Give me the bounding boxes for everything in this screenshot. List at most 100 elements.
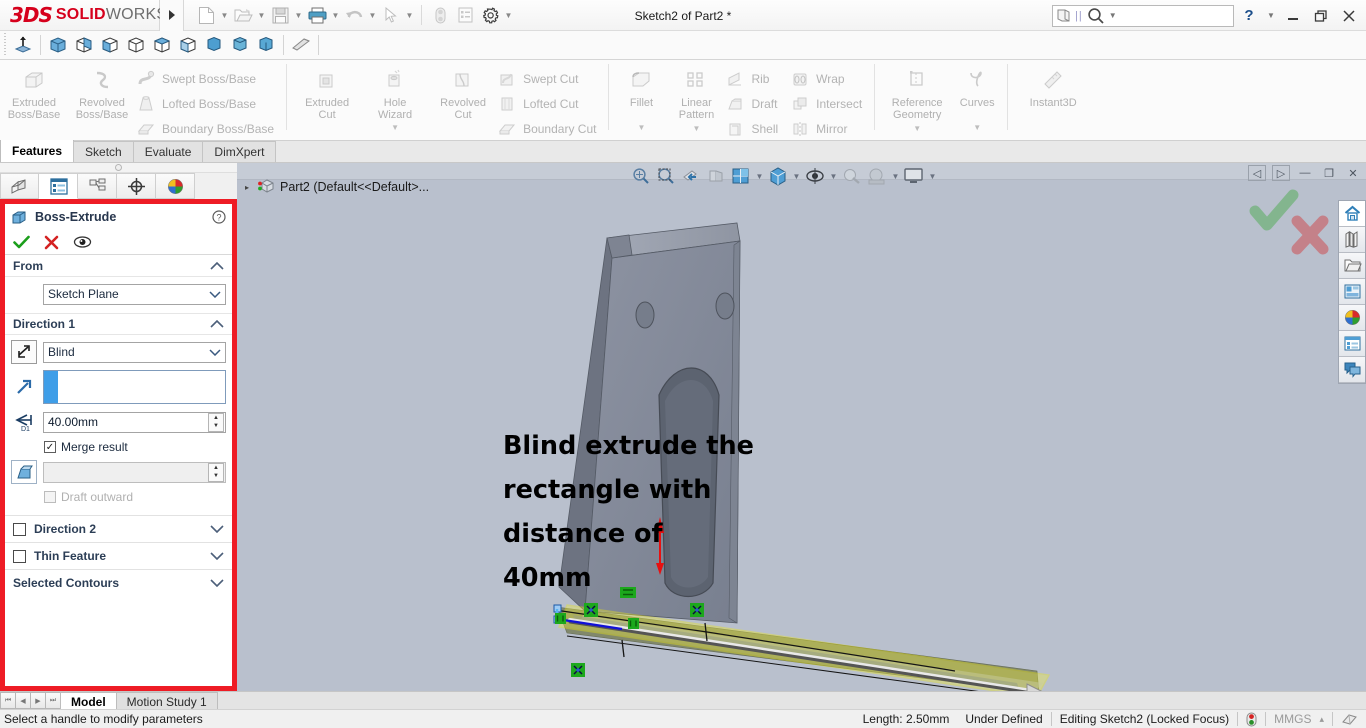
lofted-boss-base-button[interactable]: Lofted Boss/Base: [136, 93, 280, 115]
dimetric-view-icon[interactable]: [97, 32, 123, 58]
thin-feature-checkbox[interactable]: [13, 549, 26, 563]
left-view-icon[interactable]: [175, 32, 201, 58]
help-circle-icon[interactable]: ?: [212, 210, 226, 224]
merge-result-checkbox[interactable]: ✓: [44, 441, 56, 453]
front-view-icon[interactable]: [123, 32, 149, 58]
zoom-to-fit-icon[interactable]: [629, 165, 653, 187]
curves-caret-icon[interactable]: ▼: [953, 123, 1001, 132]
mirror-button[interactable]: Mirror: [790, 118, 868, 140]
previous-view-button[interactable]: ◁: [1248, 165, 1266, 181]
direction2-section-header[interactable]: Direction 2: [5, 515, 232, 542]
apply-scene-icon[interactable]: [865, 165, 889, 187]
reference-geometry-caret-icon[interactable]: ▼: [881, 124, 953, 133]
section-view-icon[interactable]: [288, 32, 314, 58]
design-library-icon[interactable]: [1339, 227, 1365, 253]
depth-input[interactable]: 40.00mm ▲ ▼: [43, 411, 226, 433]
hide-show-items-icon[interactable]: [803, 165, 827, 187]
draft-outward-row[interactable]: Draft outward: [11, 490, 226, 504]
help-caret-icon[interactable]: ▼: [1264, 3, 1278, 29]
feature-tree-root-row[interactable]: ▸ Part2 (Default<<Default>...: [237, 175, 429, 199]
solidworks-resources-icon[interactable]: [1339, 201, 1365, 227]
select-cursor-icon[interactable]: [379, 3, 403, 27]
section-view-icon[interactable]: [704, 165, 728, 187]
linear-pattern-caret-icon[interactable]: ▼: [667, 124, 725, 133]
trimetric-view-icon[interactable]: [71, 32, 97, 58]
revolved-cut-button[interactable]: Revolved Cut: [429, 62, 497, 121]
cancel-button[interactable]: [44, 235, 59, 250]
select-caret-icon[interactable]: ▼: [404, 3, 415, 27]
swept-cut-button[interactable]: Swept Cut: [497, 68, 602, 90]
reverse-direction-button[interactable]: [11, 340, 37, 364]
last-tab-button[interactable]: ⏭: [45, 692, 61, 709]
isometric-view-icon[interactable]: [45, 32, 71, 58]
help-button[interactable]: ?: [1236, 3, 1262, 29]
top-view-icon[interactable]: [227, 32, 253, 58]
direction2-chevron-icon[interactable]: [210, 525, 224, 533]
prev-tab-button[interactable]: ◀: [15, 692, 31, 709]
preview-button[interactable]: [73, 235, 92, 249]
ok-button[interactable]: [13, 235, 30, 250]
open-document-icon[interactable]: [231, 3, 255, 27]
selected-contours-chevron-icon[interactable]: [210, 579, 224, 587]
search-caret-icon[interactable]: ▼: [1109, 11, 1117, 20]
view-palette-icon[interactable]: [1339, 279, 1365, 305]
extruded-cut-button[interactable]: Extruded Cut: [293, 62, 361, 121]
start-condition-chevron-icon[interactable]: [209, 290, 221, 298]
print-icon[interactable]: [305, 3, 329, 27]
custom-properties-icon[interactable]: [1339, 331, 1365, 357]
linear-pattern-button[interactable]: Linear Pattern ▼: [667, 62, 725, 133]
display-manager-tab[interactable]: [156, 173, 195, 199]
appearances-scenes-icon[interactable]: [1339, 305, 1365, 331]
fillet-button[interactable]: Fillet ▼: [615, 62, 667, 132]
direction1-collapse-chevron-icon[interactable]: [210, 320, 224, 328]
next-view-button[interactable]: ▷: [1272, 165, 1290, 181]
new-document-caret-icon[interactable]: ▼: [219, 3, 230, 27]
direction1-section-header[interactable]: Direction 1: [5, 313, 232, 335]
configuration-manager-tab[interactable]: [78, 173, 117, 199]
undo-caret-icon[interactable]: ▼: [367, 3, 378, 27]
curves-button[interactable]: Curves ▼: [953, 62, 1001, 132]
close-doc-button[interactable]: ✕: [1344, 165, 1362, 181]
wrap-button[interactable]: Wrap: [790, 68, 868, 90]
solidworks-forum-icon[interactable]: [1339, 357, 1365, 383]
direction-reference-selection-box[interactable]: [43, 370, 226, 404]
tab-model[interactable]: Model: [60, 692, 117, 710]
display-style-caret-icon[interactable]: ▼: [791, 165, 802, 187]
thin-feature-section-header[interactable]: Thin Feature: [5, 542, 232, 569]
options-list-icon[interactable]: [453, 3, 477, 27]
bottom-view-icon[interactable]: [253, 32, 279, 58]
apply-scene-caret-icon[interactable]: ▼: [890, 165, 901, 187]
boundary-cut-button[interactable]: Boundary Cut: [497, 118, 602, 140]
tab-features[interactable]: Features: [0, 140, 75, 162]
tab-dimxpert[interactable]: DimXpert: [202, 141, 277, 162]
draft-angle-button[interactable]: [11, 460, 37, 484]
tab-sketch[interactable]: Sketch: [73, 141, 134, 162]
splitter-handle[interactable]: [115, 164, 122, 171]
reference-geometry-button[interactable]: Reference Geometry ▼: [881, 62, 953, 133]
next-tab-button[interactable]: ▶: [30, 692, 46, 709]
tab-motion-study-1[interactable]: Motion Study 1: [115, 692, 218, 710]
view-orientation-icon[interactable]: [729, 165, 753, 187]
zoom-to-area-icon[interactable]: [654, 165, 678, 187]
swept-boss-base-button[interactable]: Swept Boss/Base: [136, 68, 280, 90]
depth-spinner[interactable]: ▲ ▼: [208, 412, 224, 432]
view-orientation-caret-icon[interactable]: ▼: [754, 165, 765, 187]
status-units-caret-icon[interactable]: ▴: [1319, 710, 1332, 728]
overlay-icon[interactable]: [1333, 710, 1366, 728]
hole-wizard-caret-icon[interactable]: ▼: [361, 123, 429, 132]
view-settings-icon[interactable]: [902, 165, 926, 187]
search-input[interactable]: || ▼: [1052, 4, 1234, 27]
file-explorer-icon[interactable]: [1339, 253, 1365, 279]
draft-outward-checkbox[interactable]: [44, 491, 56, 503]
boundary-boss-base-button[interactable]: Boundary Boss/Base: [136, 118, 280, 140]
shell-button[interactable]: Shell: [725, 118, 784, 140]
normal-to-icon[interactable]: [10, 32, 36, 58]
extruded-boss-base-button[interactable]: Extruded Boss/Base: [0, 62, 68, 121]
minimize-button[interactable]: [1280, 3, 1306, 29]
end-condition-chevron-icon[interactable]: [209, 348, 221, 356]
tree-expand-caret-icon[interactable]: ▸: [242, 183, 252, 192]
graphics-area[interactable]: ▼ ▼ ▼ ▼ ▼ ◁ ▷ — ❐ ✕ ▸ Part2 (Default<<De…: [237, 163, 1366, 691]
intersect-button[interactable]: Intersect: [790, 93, 868, 115]
new-document-icon[interactable]: [194, 3, 218, 27]
first-tab-button[interactable]: ⏮: [0, 692, 16, 709]
